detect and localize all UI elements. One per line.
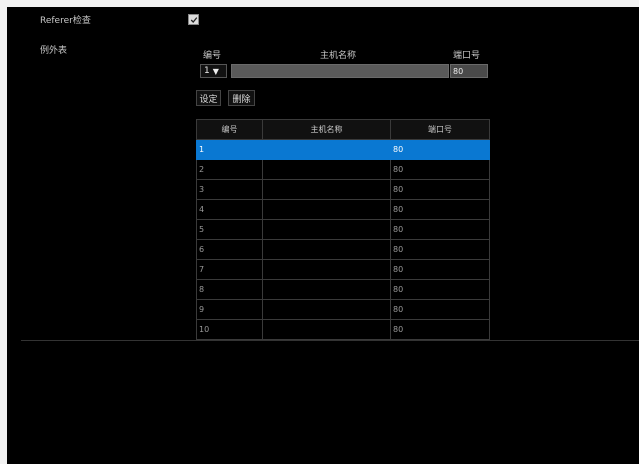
row-host [262, 159, 391, 180]
table-row[interactable]: 6 80 [196, 239, 490, 260]
table-row[interactable]: 8 80 [196, 279, 490, 300]
host-name-input[interactable] [231, 64, 449, 78]
row-port: 80 [390, 319, 490, 340]
row-host [262, 219, 391, 240]
row-number: 1 [196, 139, 263, 160]
table-row[interactable]: 7 80 [196, 259, 490, 280]
row-number: 7 [196, 259, 263, 280]
form-col-number: 编号 [203, 51, 222, 61]
row-number: 6 [196, 239, 263, 260]
table-row[interactable]: 3 80 [196, 179, 490, 200]
referer-check-checkbox[interactable] [188, 14, 199, 25]
section-divider [21, 340, 639, 341]
row-port: 80 [390, 299, 490, 320]
row-port: 80 [390, 219, 490, 240]
row-number: 5 [196, 219, 263, 240]
row-host [262, 299, 391, 320]
table-row[interactable]: 4 80 [196, 199, 490, 220]
row-number: 9 [196, 299, 263, 320]
row-number: 10 [196, 319, 263, 340]
row-host [262, 239, 391, 260]
table-header-port: 端口号 [390, 119, 490, 140]
table-header-host: 主机名称 [262, 119, 391, 140]
port-input-value: 80 [453, 66, 464, 76]
row-port: 80 [390, 179, 490, 200]
table-row[interactable]: 1 80 [196, 139, 490, 160]
table-header-row: 编号 主机名称 端口号 [196, 119, 490, 140]
table-row[interactable]: 9 80 [196, 299, 490, 320]
table-header-number: 编号 [196, 119, 263, 140]
row-number: 8 [196, 279, 263, 300]
row-port: 80 [390, 279, 490, 300]
row-host [262, 279, 391, 300]
row-host [262, 139, 391, 160]
row-port: 80 [390, 139, 490, 160]
referer-check-label: Referer检查 [40, 16, 91, 26]
exception-list-label: 例外表 [40, 46, 68, 56]
row-host [262, 179, 391, 200]
port-input[interactable]: 80 [450, 64, 488, 78]
row-port: 80 [390, 259, 490, 280]
form-col-port: 端口号 [453, 51, 481, 61]
dropdown-arrow-icon: ▼ [212, 66, 219, 76]
number-select-value: 1 [204, 66, 210, 76]
row-number: 2 [196, 159, 263, 180]
set-button[interactable]: 设定 [196, 90, 221, 106]
table-row[interactable]: 2 80 [196, 159, 490, 180]
table-row[interactable]: 10 80 [196, 319, 490, 340]
table-row[interactable]: 5 80 [196, 219, 490, 240]
row-port: 80 [390, 239, 490, 260]
row-number: 4 [196, 199, 263, 220]
delete-button[interactable]: 删除 [228, 90, 255, 106]
row-host [262, 199, 391, 220]
form-col-host: 主机名称 [320, 51, 357, 61]
row-number: 3 [196, 179, 263, 200]
number-select[interactable]: 1 ▼ [200, 64, 227, 78]
settings-panel: Referer检查 例外表 编号 主机名称 端口号 1 ▼ 80 设定 删除 编… [7, 7, 639, 464]
row-host [262, 319, 391, 340]
check-icon [190, 16, 197, 23]
exception-table: 编号 主机名称 端口号 1 80 2 80 3 80 4 80 5 80 6 8… [196, 119, 490, 340]
row-port: 80 [390, 199, 490, 220]
row-port: 80 [390, 159, 490, 180]
row-host [262, 259, 391, 280]
